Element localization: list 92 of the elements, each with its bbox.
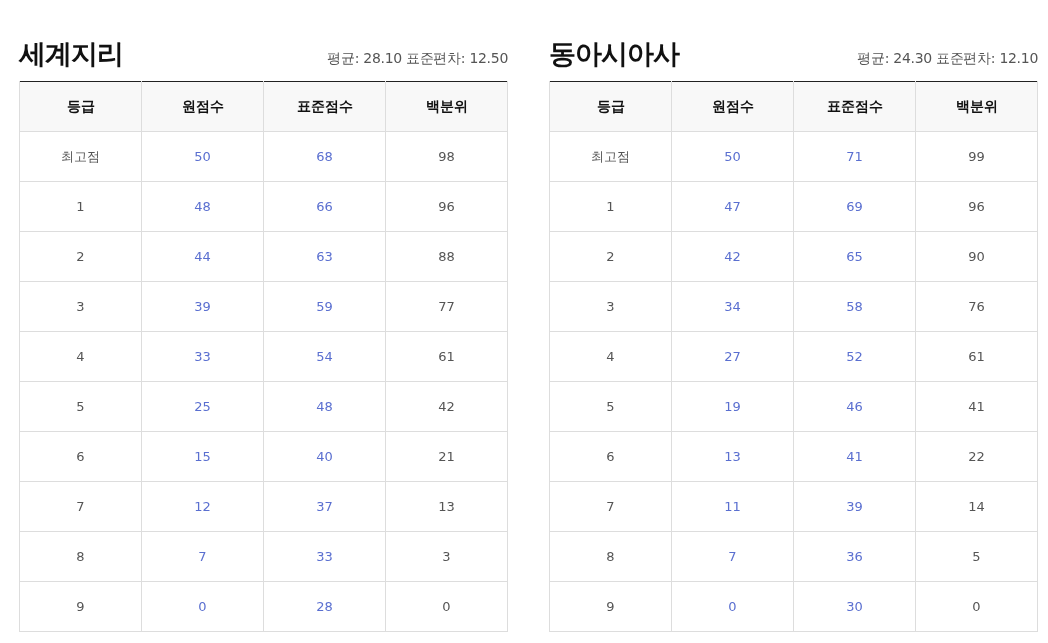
table-cell: 25	[141, 381, 264, 432]
table-cell: 68	[263, 131, 386, 182]
table-cell: 8	[549, 531, 672, 582]
table-cell: 3	[385, 531, 508, 582]
table-cell: 42	[671, 231, 794, 282]
table-cell: 15	[141, 431, 264, 482]
table-cell: 2	[19, 231, 142, 282]
table-cell: 40	[263, 431, 386, 482]
table-cell: 5	[549, 381, 672, 432]
table-cell: 3	[549, 281, 672, 332]
table-cell: 5	[915, 531, 1038, 582]
table-cell: 39	[793, 481, 916, 532]
table-cell: 4	[549, 331, 672, 382]
table-cell: 27	[671, 331, 794, 382]
table-cell: 11	[671, 481, 794, 532]
table-cell: 33	[263, 531, 386, 582]
table-cell: 0	[915, 581, 1038, 632]
table-cell: 34	[671, 281, 794, 332]
table-cell: 37	[263, 481, 386, 532]
table-cell: 6	[549, 431, 672, 482]
column-header: 원점수	[141, 81, 264, 132]
column-header: 원점수	[671, 81, 794, 132]
table-cell: 5	[19, 381, 142, 432]
table-cell: 52	[793, 331, 916, 382]
table-cell: 36	[793, 531, 916, 582]
table-cell: 44	[141, 231, 264, 282]
table-cell: 28	[263, 581, 386, 632]
column-header: 표준점수	[263, 81, 386, 132]
table-cell: 19	[671, 381, 794, 432]
table-cell: 13	[385, 481, 508, 532]
table-cell: 65	[793, 231, 916, 282]
table-cell: 41	[793, 431, 916, 482]
table-cell: 1	[19, 181, 142, 232]
table-title: 세계지리	[19, 37, 123, 71]
table-cell: 21	[385, 431, 508, 482]
table-cell: 63	[263, 231, 386, 282]
table-cell: 3	[19, 281, 142, 332]
table-cell: 96	[385, 181, 508, 232]
table-cell: 30	[793, 581, 916, 632]
table-cell: 4	[19, 331, 142, 382]
table-cell: 0	[671, 581, 794, 632]
table-cell: 61	[915, 331, 1038, 382]
table-cell: 7	[19, 481, 142, 532]
table-cell: 48	[141, 181, 264, 232]
table-cell: 33	[141, 331, 264, 382]
column-header: 백분위	[915, 81, 1038, 132]
table-cell: 58	[793, 281, 916, 332]
table-cell: 48	[263, 381, 386, 432]
table-cell: 61	[385, 331, 508, 382]
table-cell: 13	[671, 431, 794, 482]
table-cell: 9	[549, 581, 672, 632]
table-cell: 54	[263, 331, 386, 382]
table-cell: 76	[915, 281, 1038, 332]
table-cell: 7	[549, 481, 672, 532]
table-cell: 99	[915, 131, 1038, 182]
table-cell: 12	[141, 481, 264, 532]
table-cell: 50	[141, 131, 264, 182]
table-cell: 2	[549, 231, 672, 282]
table-cell: 0	[385, 581, 508, 632]
table-cell: 1	[549, 181, 672, 232]
table-cell: 50	[671, 131, 794, 182]
table-cell: 77	[385, 281, 508, 332]
table-cell: 46	[793, 381, 916, 432]
table-cell: 88	[385, 231, 508, 282]
table-cell: 6	[19, 431, 142, 482]
table-cell: 9	[19, 581, 142, 632]
table-cell: 71	[793, 131, 916, 182]
table-cell: 7	[671, 531, 794, 582]
table-cell: 14	[915, 481, 1038, 532]
score-stats: 평균: 24.30 표준편차: 12.10	[857, 50, 1038, 68]
table-cell: 96	[915, 181, 1038, 232]
table-cell: 90	[915, 231, 1038, 282]
table-title: 동아시아사	[549, 37, 679, 71]
table-cell: 98	[385, 131, 508, 182]
table-cell: 7	[141, 531, 264, 582]
table-cell: 39	[141, 281, 264, 332]
table-cell: 8	[19, 531, 142, 582]
table-cell: 66	[263, 181, 386, 232]
column-header: 표준점수	[793, 81, 916, 132]
table-cell: 69	[793, 181, 916, 232]
table-cell: 22	[915, 431, 1038, 482]
column-header: 등급	[19, 81, 142, 132]
column-header: 백분위	[385, 81, 508, 132]
table-cell: 최고점	[19, 131, 142, 182]
table-cell: 42	[385, 381, 508, 432]
table-cell: 47	[671, 181, 794, 232]
table-cell: 최고점	[549, 131, 672, 182]
table-cell: 0	[141, 581, 264, 632]
column-header: 등급	[549, 81, 672, 132]
table-cell: 41	[915, 381, 1038, 432]
score-stats: 평균: 28.10 표준편차: 12.50	[327, 50, 508, 68]
table-cell: 59	[263, 281, 386, 332]
